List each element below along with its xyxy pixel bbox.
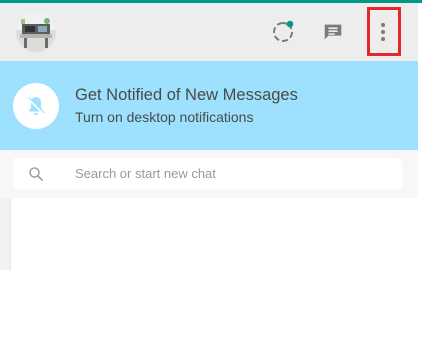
app-window: Get Notified of New Messages Turn on des… [0,0,422,339]
chat-list [10,198,419,270]
sidebar-header [0,3,418,61]
search-box[interactable] [13,158,402,189]
new-chat-icon[interactable] [320,19,346,45]
bell-off-icon [13,83,59,129]
status-icon[interactable] [270,19,296,45]
left-edge-strip [0,198,10,270]
search-bar [0,150,418,198]
notification-title: Get Notified of New Messages [75,86,298,104]
enable-notifications-link[interactable]: Turn on desktop notifications [75,109,253,125]
search-input[interactable] [75,158,385,189]
search-icon [29,167,43,181]
menu-icon[interactable] [370,19,396,45]
avatar[interactable] [16,12,56,52]
avatar-image [16,12,56,52]
notification-banner[interactable]: Get Notified of New Messages Turn on des… [0,61,418,150]
